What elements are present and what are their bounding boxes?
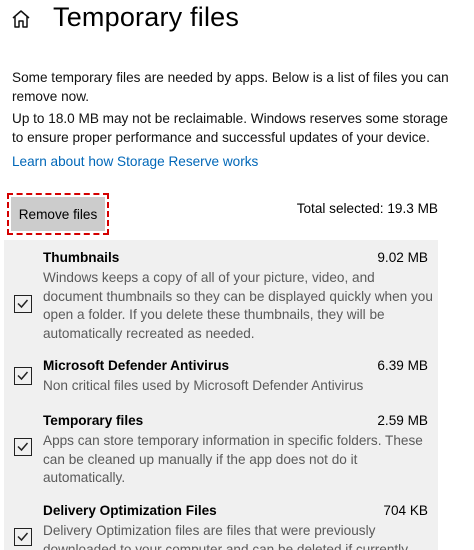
item-checkbox[interactable]	[14, 295, 32, 313]
remove-files-button[interactable]: Remove files	[7, 193, 109, 235]
item-size: 9.02 MB	[377, 250, 428, 265]
reserve-note: Up to 18.0 MB may not be reclaimable. Wi…	[12, 111, 448, 145]
page-title: Temporary files	[53, 2, 240, 32]
total-selected: Total selected: 19.3 MB	[296, 201, 438, 216]
temp-files-list[interactable]: Thumbnails 9.02 MB Windows keeps a copy …	[4, 240, 438, 550]
page-header: Temporary files	[0, 0, 474, 40]
home-icon[interactable]	[10, 8, 32, 30]
item-description: Non critical files used by Microsoft Def…	[43, 378, 364, 393]
checkmark-icon	[17, 371, 29, 381]
storage-reserve-link[interactable]: Learn about how Storage Reserve works	[12, 154, 258, 169]
item-size: 6.39 MB	[377, 358, 428, 373]
item-title: Thumbnails	[43, 250, 120, 265]
intro-text: Some temporary files are needed by apps.…	[12, 70, 449, 104]
item-checkbox[interactable]	[14, 367, 32, 385]
item-checkbox[interactable]	[14, 438, 32, 456]
item-size: 704 KB	[383, 503, 428, 518]
item-size: 2.59 MB	[377, 413, 428, 428]
checkmark-icon	[17, 299, 29, 309]
checkmark-icon	[17, 442, 29, 452]
checkmark-icon	[17, 532, 29, 542]
item-description: Delivery Optimization files are files th…	[43, 523, 408, 550]
item-checkbox[interactable]	[14, 528, 32, 546]
item-description: Windows keeps a copy of all of your pict…	[43, 270, 433, 341]
item-title: Delivery Optimization Files	[43, 503, 217, 518]
item-title: Microsoft Defender Antivirus	[43, 358, 230, 373]
item-title: Temporary files	[43, 413, 144, 428]
item-description: Apps can store temporary information in …	[43, 433, 423, 485]
